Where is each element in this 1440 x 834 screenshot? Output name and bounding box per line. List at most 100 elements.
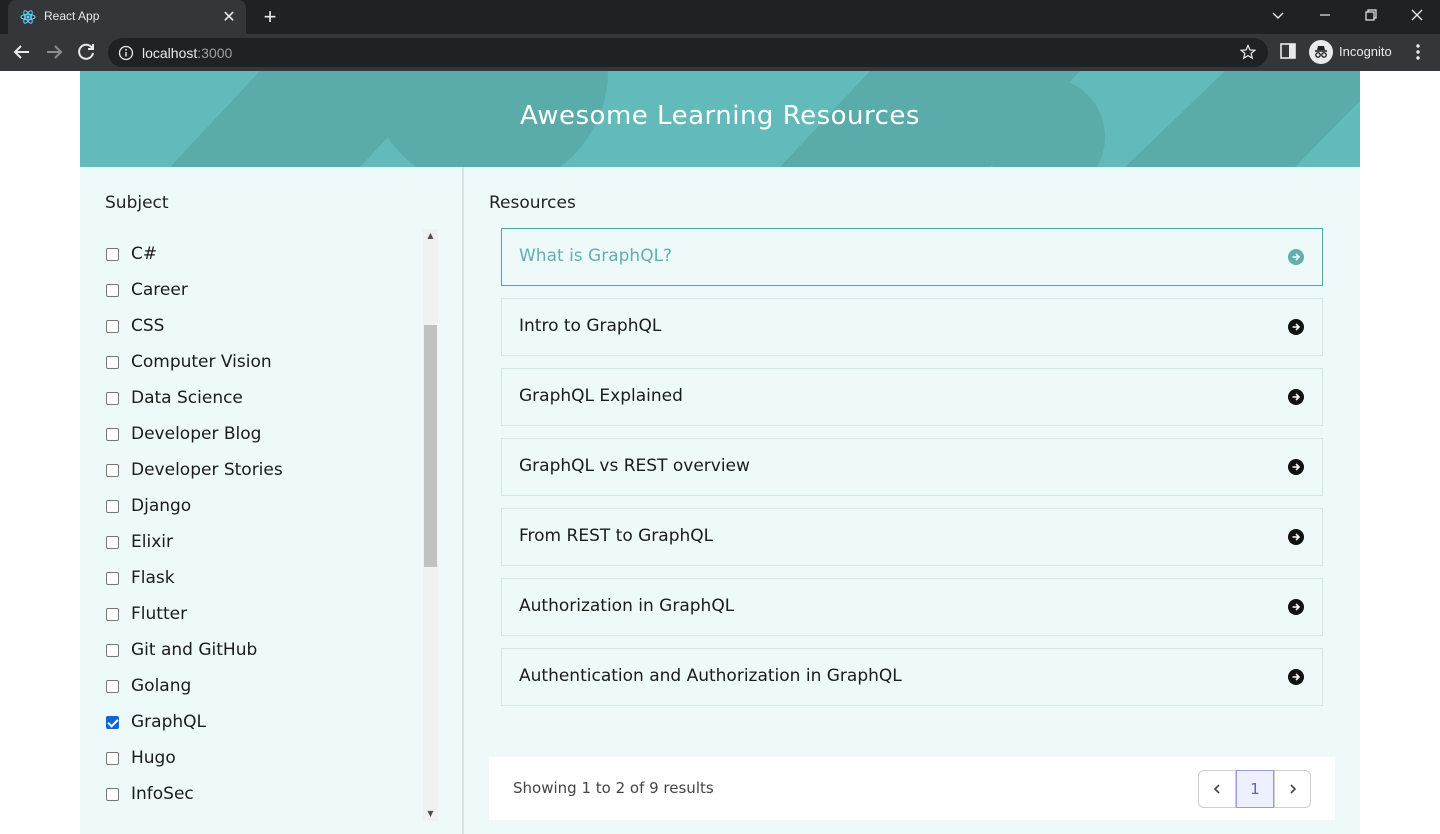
tab-close-icon[interactable]: ✕ <box>220 8 238 26</box>
reload-icon[interactable] <box>74 40 98 64</box>
resource-title: Intro to GraphQL <box>519 316 662 336</box>
resource-title: Authorization in GraphQL <box>519 596 735 616</box>
chevron-left-icon <box>1213 784 1220 794</box>
resource-card[interactable]: Authorization in GraphQL <box>501 578 1323 636</box>
subject-item[interactable]: Flutter <box>105 602 187 626</box>
resource-title: Authentication and Authorization in Grap… <box>519 666 902 686</box>
arrow-right-circle-icon[interactable] <box>1288 599 1304 615</box>
subject-checkbox[interactable] <box>106 715 119 729</box>
subject-item[interactable]: Computer Vision <box>105 350 272 374</box>
subject-label[interactable]: Career <box>131 280 188 300</box>
subject-label[interactable]: Computer Vision <box>131 352 272 372</box>
minimize-icon[interactable] <box>1311 4 1339 28</box>
subject-label[interactable]: Developer Stories <box>131 460 283 480</box>
incognito-icon[interactable] <box>1309 40 1333 64</box>
new-tab-icon[interactable]: + <box>259 6 281 28</box>
subject-label[interactable]: GraphQL <box>131 712 206 732</box>
resources-heading: Resources <box>489 193 576 213</box>
subject-item[interactable]: Developer Stories <box>105 458 283 482</box>
subject-item[interactable]: Git and GitHub <box>105 638 257 662</box>
browser-tab[interactable]: React App ✕ <box>8 0 246 34</box>
arrow-right-circle-icon[interactable] <box>1288 249 1304 265</box>
subject-checkbox[interactable] <box>106 247 119 261</box>
previous-page-button[interactable] <box>1198 770 1236 808</box>
subject-item[interactable]: Django <box>105 494 191 518</box>
arrow-right-circle-icon[interactable] <box>1288 389 1304 405</box>
subject-label[interactable]: Hugo <box>131 748 176 768</box>
subject-label[interactable]: CSS <box>131 316 164 336</box>
subject-item[interactable]: Career <box>105 278 188 302</box>
subject-label[interactable]: Flask <box>131 568 175 588</box>
subject-item[interactable]: GraphQL <box>105 710 206 734</box>
subject-checkbox[interactable] <box>106 787 119 801</box>
subject-checkbox[interactable] <box>106 355 119 369</box>
forward-arrow-icon[interactable] <box>42 40 66 64</box>
scroll-down-icon[interactable]: ▼ <box>423 807 438 821</box>
back-arrow-icon[interactable] <box>10 40 34 64</box>
subject-checkbox[interactable] <box>106 283 119 297</box>
restore-icon[interactable] <box>1357 4 1385 28</box>
incognito-label[interactable]: Incognito <box>1339 44 1392 59</box>
subject-label[interactable]: Developer Blog <box>131 424 261 444</box>
subject-checkbox[interactable] <box>106 319 119 333</box>
app-page: Awesome Learning Resources Subject C# Car… <box>80 71 1360 834</box>
close-window-icon[interactable] <box>1403 4 1431 28</box>
pagination-summary: Showing 1 to 2 of 9 results <box>513 779 714 797</box>
subject-item[interactable]: Flask <box>105 566 175 590</box>
subject-scrollbar[interactable]: ▲ ▼ <box>423 229 438 821</box>
subject-checkbox[interactable] <box>106 607 119 621</box>
subject-item[interactable]: C# <box>105 242 157 266</box>
arrow-right-circle-icon[interactable] <box>1288 669 1304 685</box>
subject-label[interactable]: Elixir <box>131 532 173 552</box>
arrow-right-circle-icon[interactable] <box>1288 529 1304 545</box>
subject-checkbox[interactable] <box>106 679 119 693</box>
subject-list[interactable]: C# Career CSS Computer Vision Data Science De… <box>105 229 435 824</box>
subject-checkbox[interactable] <box>106 535 119 549</box>
subject-item[interactable]: Hugo <box>105 746 176 770</box>
resource-title: GraphQL vs REST overview <box>519 456 750 476</box>
subject-checkbox[interactable] <box>106 427 119 441</box>
subject-checkbox[interactable] <box>106 391 119 405</box>
resource-card[interactable]: Authentication and Authorization in Grap… <box>501 648 1323 706</box>
subject-label[interactable]: Golang <box>131 676 191 696</box>
browser-toolbar: localhost:3000 Incognito <box>0 34 1440 71</box>
current-page-button[interactable]: 1 <box>1236 770 1274 808</box>
subject-item[interactable]: InfoSec <box>105 782 194 806</box>
resource-card[interactable]: GraphQL vs REST overview <box>501 438 1323 496</box>
subject-item[interactable]: Golang <box>105 674 191 698</box>
resource-card[interactable]: GraphQL Explained <box>501 368 1323 426</box>
subject-checkbox[interactable] <box>106 751 119 765</box>
subject-checkbox[interactable] <box>106 643 119 657</box>
subject-label[interactable]: Git and GitHub <box>131 640 257 660</box>
arrow-right-circle-icon[interactable] <box>1288 459 1304 475</box>
scroll-up-icon[interactable]: ▲ <box>423 229 438 243</box>
react-logo-icon <box>20 10 36 24</box>
subject-label[interactable]: InfoSec <box>131 784 194 804</box>
subject-checkbox[interactable] <box>106 499 119 513</box>
resource-title: GraphQL Explained <box>519 386 683 406</box>
browser-menu-icon[interactable] <box>1408 42 1428 62</box>
subject-label[interactable]: C# <box>131 244 157 264</box>
subject-checkbox[interactable] <box>106 463 119 477</box>
arrow-right-circle-icon[interactable] <box>1288 319 1304 335</box>
resource-title: From REST to GraphQL <box>519 526 714 546</box>
subject-item[interactable]: Data Science <box>105 386 243 410</box>
subject-heading: Subject <box>105 193 169 213</box>
side-panel-icon[interactable] <box>1279 42 1297 60</box>
tab-search-chevron-icon[interactable] <box>1264 4 1292 28</box>
subject-item[interactable]: Elixir <box>105 530 173 554</box>
subject-item[interactable]: CSS <box>105 314 164 338</box>
resource-card[interactable]: What is GraphQL? <box>501 228 1323 286</box>
subject-item[interactable]: Developer Blog <box>105 422 261 446</box>
subject-checkbox[interactable] <box>106 571 119 585</box>
subject-label[interactable]: Django <box>131 496 191 516</box>
subject-label[interactable]: Data Science <box>131 388 243 408</box>
next-page-button[interactable] <box>1274 770 1311 808</box>
resource-card[interactable]: From REST to GraphQL <box>501 508 1323 566</box>
resource-card[interactable]: Intro to GraphQL <box>501 298 1323 356</box>
site-info-icon[interactable] <box>118 45 134 61</box>
subject-label[interactable]: Flutter <box>131 604 187 624</box>
bookmark-star-icon[interactable] <box>1240 44 1256 60</box>
scroll-thumb[interactable] <box>424 325 437 567</box>
address-bar[interactable]: localhost:3000 <box>108 38 1268 67</box>
